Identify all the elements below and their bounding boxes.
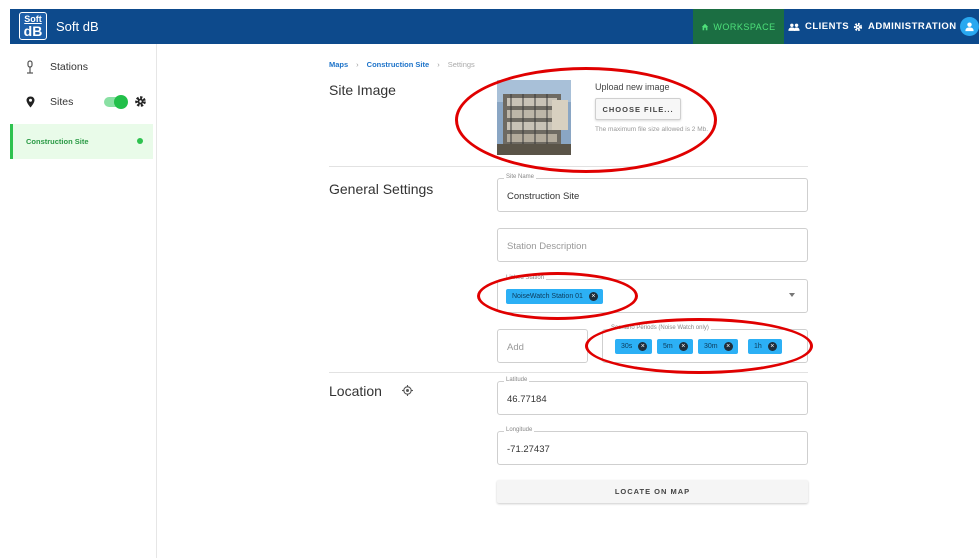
station-description-field[interactable]: Station Description [497,228,808,262]
site-name-field[interactable]: Site Name Construction Site [497,174,808,212]
choose-file-button[interactable]: CHOOSE FILE... [595,98,681,120]
nav-clients[interactable]: CLIENTS [788,9,849,44]
general-settings-title: General Settings [329,181,434,197]
close-icon[interactable]: × [638,342,648,351]
close-icon[interactable]: × [588,292,598,301]
chip-label: 30m [704,343,718,350]
locate-on-map-button[interactable]: LOCATE ON MAP [497,480,808,503]
sidebar-item-label: Sites [50,96,74,108]
scenario-periods-field[interactable]: Scenario Periods (Noise Watch only) 30s … [602,325,808,363]
latitude-label: Latitude [504,377,530,383]
chip-label: 1h [754,343,762,350]
sidebar-item-label: Stations [50,61,88,73]
linked-station-select[interactable]: Linked Station NoiseWatch Station 01 × [497,275,808,313]
upload-size-hint: The maximum file size allowed is 2 Mb. [595,126,709,133]
people-icon [788,23,800,31]
chip-label: 30s [621,343,633,350]
longitude-value: -71.27437 [507,444,550,455]
location-title: Location [329,383,382,399]
close-icon[interactable]: × [723,342,733,351]
sites-toggle[interactable] [104,95,128,109]
site-name-label: Site Name [504,174,537,180]
annotation-ellipse-image [455,67,717,173]
home-icon [702,23,709,30]
logo-bottom-text: dB [23,23,43,39]
site-name: Construction Site [26,137,89,146]
gear-icon[interactable] [134,95,147,108]
upload-new-image-label: Upload new image [595,82,670,92]
chevron-right-icon: › [356,60,359,69]
sidebar: Stations Sites Construction Site [10,44,157,558]
breadcrumb-maps[interactable]: Maps [329,60,348,69]
linked-station-label: Linked Station [504,275,547,281]
sidebar-item-sites[interactable]: Sites [10,87,157,117]
toggle-knob [114,95,128,109]
scenario-chip[interactable]: 30m × [698,339,738,354]
scenario-chip[interactable]: 30s × [615,339,653,354]
section-divider [329,372,808,373]
longitude-label: Longitude [504,427,535,433]
add-placeholder: Add [507,342,524,353]
linked-station-chip[interactable]: NoiseWatch Station 01 × [506,289,603,304]
latitude-value: 46.77184 [507,394,547,405]
sidebar-item-stations[interactable]: Stations [10,52,157,82]
site-photo [497,80,571,155]
section-divider [329,166,808,167]
chip-label: 5m [663,343,673,350]
breadcrumb-site[interactable]: Construction Site [367,60,430,69]
close-icon[interactable]: × [678,342,688,351]
site-name-value: Construction Site [507,191,580,202]
latitude-field[interactable]: Latitude 46.77184 [497,377,808,415]
softdb-logo[interactable]: Soft dB [19,12,47,40]
site-image-title: Site Image [329,82,396,98]
map-pin-icon [26,96,34,108]
chip-label: NoiseWatch Station 01 [512,293,583,300]
station-icon [27,60,33,74]
sidebar-site-construction[interactable]: Construction Site [10,124,153,159]
nav-clients-label: CLIENTS [805,21,850,32]
chevron-right-icon: › [437,60,440,69]
station-description-placeholder: Station Description [507,241,587,252]
user-icon [965,22,974,32]
crosshair-icon[interactable] [402,385,413,396]
site-status-dot [137,138,143,144]
add-scenario-input[interactable]: Add [497,329,588,363]
close-icon[interactable]: × [767,342,777,351]
breadcrumb: Maps › Construction Site › Settings [329,60,475,69]
chevron-down-icon[interactable] [789,293,795,297]
user-avatar[interactable] [960,17,979,36]
scenario-chip[interactable]: 5m × [657,339,693,354]
app-title: Soft dB [56,19,99,34]
nav-workspace[interactable]: WORKSPACE [693,9,784,44]
longitude-field[interactable]: Longitude -71.27437 [497,427,808,465]
construction-photo-graphic [497,80,571,155]
scenario-periods-label: Scenario Periods (Noise Watch only) [609,325,711,331]
nav-workspace-label: WORKSPACE [713,21,776,32]
top-app-bar: Soft dB Soft dB WORKSPACE CLIENTS ADMINI… [10,9,979,44]
nav-administration-label: ADMINISTRATION [868,21,957,32]
nav-administration[interactable]: ADMINISTRATION [853,9,957,44]
scenario-chip[interactable]: 1h × [748,339,782,354]
gear-icon [853,22,863,31]
breadcrumb-current: Settings [447,60,475,69]
